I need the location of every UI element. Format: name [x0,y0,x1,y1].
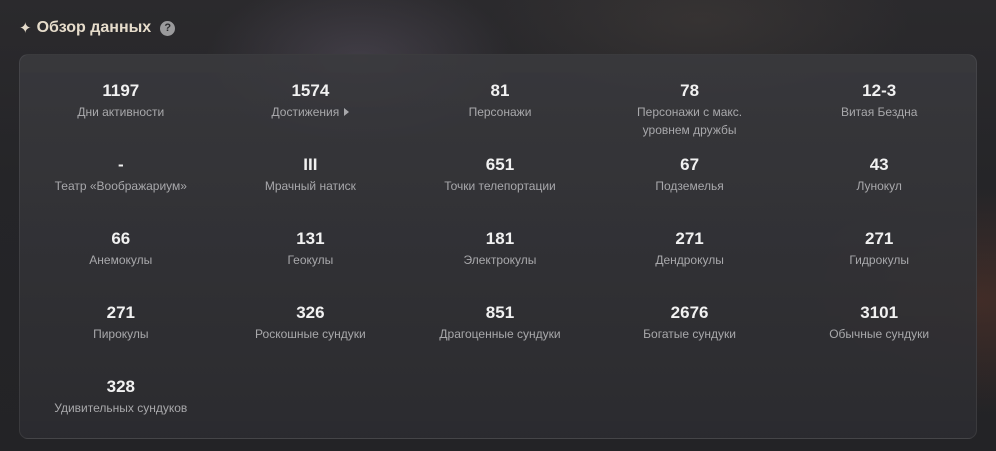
stat-label-text: Анемокулы [89,253,153,267]
stat-value: 326 [296,303,325,322]
stat-label: Витая Бездна [841,103,917,121]
stat-item: 851 Драгоценные сундуки [405,302,595,376]
stat-item: 67 Подземелья [595,154,785,228]
stat-value: 43 [869,155,889,174]
stat-label: Мрачный натиск [265,177,356,195]
stat-label: Подземелья [655,177,723,195]
stat-item: 271 Пирокулы [26,302,216,376]
section-header: ✦ Обзор данных ? [19,16,176,40]
stat-label: Электрокулы [464,251,537,269]
stat-label-text: Пирокулы [93,327,149,341]
stat-value: 271 [106,303,135,322]
stat-label-text: Обычные сундуки [829,327,930,341]
stat-value: 2676 [670,303,709,322]
stat-label-text: Гидрокулы [849,253,909,267]
stat-label-text: Персонажи с макс. уровнем дружбы [637,105,743,137]
stat-label-text: Витая Бездна [840,105,918,119]
stat-label: Дендрокулы [655,251,724,269]
stat-item: 78 Персонажи с макс. уровнем дружбы [595,80,785,154]
stat-value: 271 [675,229,704,248]
stat-value: 66 [111,229,131,248]
stat-label-text: Богатые сундуки [643,327,736,341]
stat-label-text: Геокулы [287,253,334,267]
stat-value: 651 [485,155,515,174]
stat-label: Роскошные сундуки [255,325,366,343]
stat-label: Пирокулы [93,325,148,343]
stat-label: Обычные сундуки [829,325,929,343]
stat-label-text: Электрокулы [463,253,537,267]
stat-value: 1574 [291,81,330,100]
stat-item: 326 Роскошные сундуки [216,302,406,376]
stat-label-text: Персонажи [468,105,532,119]
stat-label: Театр «Воображариум» [55,177,187,195]
stat-value: 67 [680,155,700,174]
stat-value: 181 [485,229,515,248]
stat-value: 271 [864,229,894,248]
stat-item: 43 Лунокул [784,154,974,228]
stat-value: 1197 [102,81,140,100]
stat-item: III Мрачный натиск [216,154,406,228]
stat-label-text: Дни активности [77,105,165,119]
stat-value: 328 [106,377,135,396]
stat-label-text: Драгоценные сундуки [439,327,561,341]
stat-item: 12-3 Витая Бездна [784,80,974,154]
stat-label: Удивительных сундуков [54,399,187,417]
stat-label: Геокулы [287,251,333,269]
stat-value: 131 [296,229,325,248]
stat-item[interactable]: 1574 Достижения [216,80,406,154]
stat-label-text: Удивительных сундуков [54,401,188,415]
stat-item: 328 Удивительных сундуков [26,376,216,450]
stat-label-link[interactable]: Достижения [272,103,350,121]
stat-item: - Театр «Воображариум» [26,154,216,228]
stat-label: Дни активности [77,103,164,121]
stat-item: 131 Геокулы [216,228,406,302]
stat-label-text: Театр «Воображариум» [54,179,187,193]
stat-value: III [303,155,318,174]
stat-value: - [117,155,124,174]
stat-value: 12-3 [862,81,897,100]
stat-item: 66 Анемокулы [26,228,216,302]
stat-label: Драгоценные сундуки [439,325,560,343]
stat-label: Лунокул [856,177,901,195]
stat-item: 1197 Дни активности [26,80,216,154]
stat-label: Точки телепортации [444,177,556,195]
stat-label: Анемокулы [89,251,152,269]
stat-label-text: Мрачный натиск [264,179,356,193]
stat-label: Персонажи [469,103,532,121]
stat-item: 271 Гидрокулы [784,228,974,302]
stat-item: 3101 Обычные сундуки [784,302,974,376]
stat-item: 2676 Богатые сундуки [595,302,785,376]
stat-value: 851 [485,303,515,322]
stat-label-text: Подземелья [655,179,724,193]
help-icon[interactable]: ? [160,20,176,36]
stat-label-text: Достижения [271,105,340,119]
stat-value: 81 [490,81,510,100]
stat-item: 81 Персонажи [405,80,595,154]
sparkle-icon: ✦ [19,19,32,37]
stats-grid: 1197 Дни активности 1574 Достижения 81 Персон… [26,80,974,450]
stat-label-text: Дендрокулы [655,253,724,267]
section-title: Обзор данных [36,19,152,36]
stat-label-text: Роскошные сундуки [255,327,366,341]
data-overview-panel: 1197 Дни активности 1574 Достижения 81 Персон… [19,54,977,439]
caret-right-icon[interactable] [344,108,350,116]
stat-label: Персонажи с макс. уровнем дружбы [620,103,760,139]
stat-label-text: Точки телепортации [444,179,556,193]
stat-value: 78 [680,81,700,100]
stat-label: Богатые сундуки [643,325,736,343]
stat-item: 271 Дендрокулы [595,228,785,302]
stat-label-text: Лунокул [856,179,902,193]
stat-value: 3101 [860,303,899,322]
stat-item: 651 Точки телепортации [405,154,595,228]
stat-label: Гидрокулы [849,251,909,269]
stat-item: 181 Электрокулы [405,228,595,302]
